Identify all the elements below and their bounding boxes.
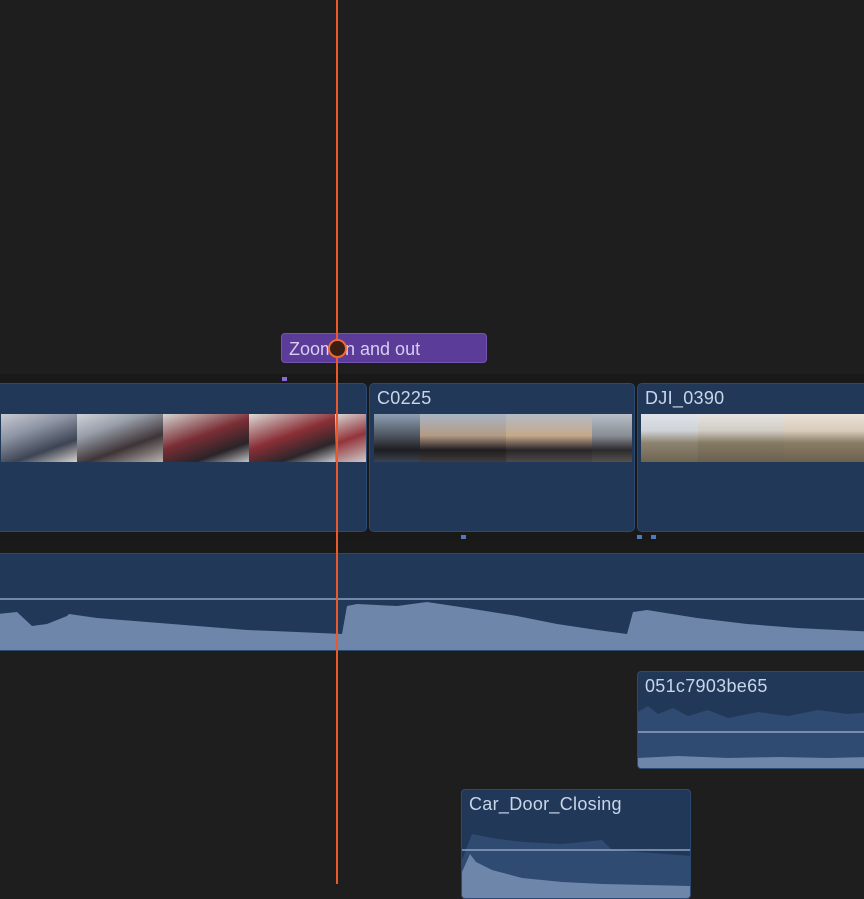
thumbnail-frame <box>77 414 163 462</box>
video-clip-dji-0390-filmstrip <box>641 414 864 462</box>
clip-marker <box>637 535 642 539</box>
playhead-skimmer-knob[interactable] <box>328 339 347 358</box>
video-clip-c0225-name: C0225 <box>377 388 432 408</box>
thumbnail-frame <box>592 414 632 462</box>
clip-marker <box>651 535 656 539</box>
thumbnail-frame <box>249 414 335 462</box>
audio-clip-car-door-closing[interactable]: Car_Door_Closing <box>461 789 691 899</box>
video-clip-c0225[interactable]: C0225 <box>369 383 635 532</box>
thumbnail-frame <box>335 414 366 462</box>
thumbnail-frame <box>374 414 420 462</box>
audio-waveform <box>0 598 864 650</box>
clip-marker <box>461 535 466 539</box>
title-clip-label: Zoom In and out <box>289 339 421 359</box>
thumbnail-frame <box>641 414 698 462</box>
waveform-shape <box>0 602 864 650</box>
playhead-line[interactable] <box>336 0 338 884</box>
thumbnail-frame <box>1 414 77 462</box>
audio-clip-051c7903be65[interactable]: 051c7903be65 <box>637 671 864 769</box>
title-clip-zoom-in-and-out[interactable]: Zoom In and out <box>281 333 487 363</box>
title-clip-connection-marker <box>282 377 287 381</box>
video-clip-dji-0390[interactable]: DJI_0390 <box>637 383 864 532</box>
video-clip-dji-0390-name: DJI_0390 <box>645 388 725 408</box>
audio-waveform <box>638 706 864 768</box>
thumbnail-frame <box>506 414 592 462</box>
primary-audio-waveform[interactable] <box>0 553 864 651</box>
video-clip-1-filmstrip <box>0 414 366 462</box>
video-clip-c0225-filmstrip <box>374 414 634 462</box>
thumbnail-frame <box>420 414 506 462</box>
thumbnail-frame <box>163 414 249 462</box>
audio-waveform <box>462 834 690 898</box>
thumbnail-frame <box>698 414 784 462</box>
thumbnail-frame <box>784 414 864 462</box>
video-clip-1[interactable] <box>0 383 367 532</box>
